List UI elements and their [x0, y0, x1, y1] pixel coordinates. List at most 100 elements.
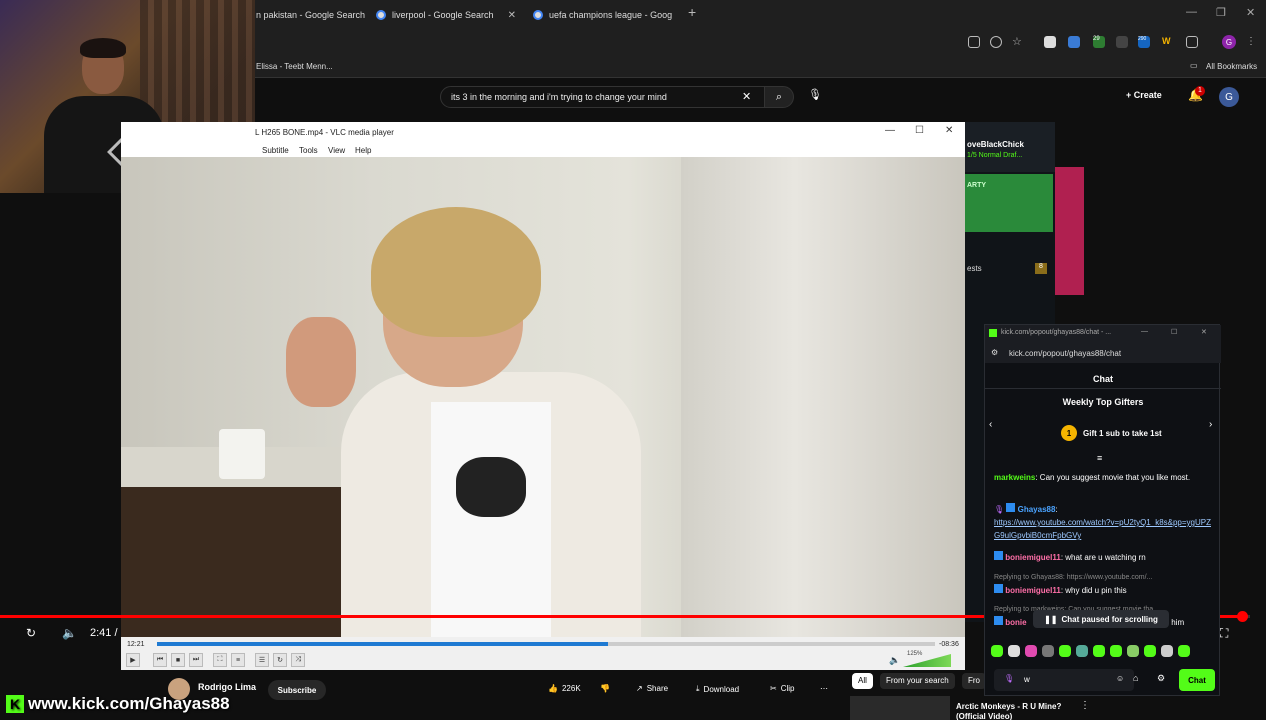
- emote-icon[interactable]: [1059, 645, 1071, 657]
- emote-icon[interactable]: [1025, 645, 1037, 657]
- party-card[interactable]: ARTY: [965, 174, 1053, 232]
- loop-icon[interactable]: ↻: [273, 653, 287, 667]
- extension-icon[interactable]: [1044, 36, 1056, 48]
- yt-fullscreen-icon[interactable]: ⛶: [1220, 626, 1228, 641]
- clip-button[interactable]: ✂ Clip: [770, 684, 794, 693]
- channel-name[interactable]: Rodrigo Lima: [198, 682, 256, 692]
- volume-icon[interactable]: 🔈: [62, 626, 77, 640]
- extension-badge-icon[interactable]: 290: [1138, 36, 1150, 48]
- close-icon[interactable]: ✕: [1201, 328, 1207, 336]
- shuffle-icon[interactable]: ⤨: [291, 653, 305, 667]
- next-icon[interactable]: ⏭: [189, 653, 203, 667]
- chip-from-search[interactable]: From your search: [880, 673, 955, 689]
- bookmark-item[interactable]: Elissa - Teebt Menn...: [256, 62, 333, 71]
- rec-thumbnail[interactable]: [850, 696, 950, 720]
- youtube-avatar[interactable]: G: [1219, 87, 1239, 107]
- tab-close-icon[interactable]: ✕: [508, 10, 516, 21]
- fullscreen-icon[interactable]: ⛶: [213, 653, 227, 667]
- chat-username[interactable]: boniemiguel11: [1005, 553, 1061, 562]
- menu-help[interactable]: Help: [355, 146, 371, 155]
- cast-icon[interactable]: [968, 36, 980, 48]
- emote-icon[interactable]: [991, 645, 1003, 657]
- extended-settings-icon[interactable]: ≡: [231, 653, 245, 667]
- emote-icon[interactable]: [1161, 645, 1173, 657]
- emote-icon[interactable]: [1144, 645, 1156, 657]
- menu-view[interactable]: View: [328, 146, 345, 155]
- close-icon[interactable]: ✕: [1246, 6, 1255, 19]
- shield-icon[interactable]: [1068, 36, 1080, 48]
- emote-icon[interactable]: [1076, 645, 1088, 657]
- chevron-right-icon[interactable]: ›: [1209, 419, 1212, 430]
- chip-all[interactable]: All: [852, 673, 873, 689]
- emote-icon[interactable]: [1127, 645, 1139, 657]
- all-bookmarks[interactable]: All Bookmarks: [1206, 62, 1257, 71]
- restore-icon[interactable]: ❐: [1216, 6, 1226, 19]
- minimize-icon[interactable]: —: [1186, 6, 1197, 18]
- tab-pakistan[interactable]: n pakistan - Google Search ✕: [256, 6, 366, 24]
- chat-username[interactable]: markweins: [994, 473, 1035, 482]
- menu-subtitle[interactable]: Subtitle: [262, 146, 289, 155]
- w-extension-icon[interactable]: W: [1162, 36, 1174, 48]
- puzzle-icon[interactable]: [1186, 36, 1198, 48]
- seek-track[interactable]: [157, 642, 935, 646]
- tab-ucl[interactable]: uefa champions league - Goog ✕: [533, 6, 681, 24]
- chevron-left-icon[interactable]: ‹: [989, 419, 992, 430]
- chat-username[interactable]: Ghayas88: [1018, 505, 1056, 514]
- emote-icon[interactable]: [1042, 645, 1054, 657]
- minimize-icon[interactable]: —: [885, 125, 895, 136]
- more-actions-icon[interactable]: ⋯: [820, 684, 828, 693]
- chat-input[interactable]: 🎙 w ☺: [994, 669, 1134, 691]
- extension-icon[interactable]: [1116, 36, 1128, 48]
- emoji-icon[interactable]: ☺: [1116, 674, 1124, 683]
- chat-username[interactable]: boniemiguel11: [1005, 586, 1061, 595]
- menu-dots-icon[interactable]: ⋮: [1246, 36, 1258, 48]
- mic-icon[interactable]: 🎙: [808, 88, 822, 101]
- dislike-button[interactable]: 👎: [600, 684, 610, 693]
- chat-username[interactable]: bonie: [1005, 618, 1026, 627]
- settings-icon[interactable]: ⚙: [1157, 673, 1165, 684]
- emote-icon[interactable]: [1110, 645, 1122, 657]
- search-input[interactable]: its 3 in the morning and i'm trying to c…: [440, 86, 766, 108]
- tab-liverpool[interactable]: liverpool - Google Search ✕: [376, 6, 524, 24]
- profile-avatar[interactable]: G: [1222, 35, 1236, 49]
- chat-link[interactable]: https://www.youtube.com/watch?v=pU2tyQ1_…: [994, 518, 1211, 540]
- like-button[interactable]: 👍 226K: [548, 684, 581, 693]
- speaker-icon[interactable]: 🔈: [889, 655, 900, 666]
- create-button[interactable]: + Create: [1126, 90, 1162, 100]
- minimize-icon[interactable]: —: [1141, 328, 1148, 335]
- maximize-icon[interactable]: ☐: [915, 125, 924, 136]
- mic-icon[interactable]: 🎙: [1004, 674, 1014, 683]
- chat-url[interactable]: kick.com/popout/ghayas88/chat: [1009, 349, 1121, 358]
- emote-icon[interactable]: [1178, 645, 1190, 657]
- replay-icon[interactable]: ↻: [26, 626, 36, 640]
- vlc-video[interactable]: [121, 157, 965, 637]
- chip-from[interactable]: Fro: [962, 673, 986, 689]
- share-button[interactable]: ↗ Share: [636, 684, 668, 693]
- extension-badge-icon[interactable]: 29: [1093, 36, 1105, 48]
- bookmark-star-icon[interactable]: ☆: [1012, 36, 1024, 48]
- rec-title[interactable]: Arctic Monkeys - R U Mine? (Official Vid…: [956, 702, 1061, 720]
- send-chat-button[interactable]: Chat: [1179, 669, 1215, 691]
- play-icon[interactable]: ▶: [126, 653, 140, 667]
- clear-search-icon[interactable]: ✕: [742, 90, 751, 103]
- playlist-icon[interactable]: ☰: [255, 653, 269, 667]
- previous-icon[interactable]: ⏮: [153, 653, 167, 667]
- site-settings-icon[interactable]: ⚙: [991, 348, 998, 357]
- vlc-seekbar[interactable]: 12:21 -08:36: [121, 637, 965, 651]
- reply-preview[interactable]: Replying to Ghayas88: https://www.youtub…: [994, 571, 1214, 584]
- download-button[interactable]: ⤓ Download: [696, 684, 739, 694]
- subscribe-button[interactable]: Subscribe: [268, 680, 326, 700]
- yt-scrubber[interactable]: [1237, 611, 1248, 622]
- search-button[interactable]: ⌕: [764, 86, 794, 108]
- menu-tools[interactable]: Tools: [299, 146, 318, 155]
- new-tab-icon[interactable]: +: [688, 4, 696, 20]
- maximize-icon[interactable]: ☐: [1171, 328, 1177, 336]
- rec-menu-icon[interactable]: ⋮: [1080, 700, 1090, 711]
- gift-icon[interactable]: ⌂: [1133, 673, 1138, 683]
- stop-icon[interactable]: ■: [171, 653, 185, 667]
- emote-icon[interactable]: [1093, 645, 1105, 657]
- gift-cta[interactable]: 1 Gift 1 sub to take 1st: [1061, 425, 1162, 441]
- close-icon[interactable]: ✕: [945, 125, 953, 136]
- emote-icon[interactable]: [1008, 645, 1020, 657]
- chat-paused-button[interactable]: ❚❚ Chat paused for scrolling: [1033, 610, 1169, 628]
